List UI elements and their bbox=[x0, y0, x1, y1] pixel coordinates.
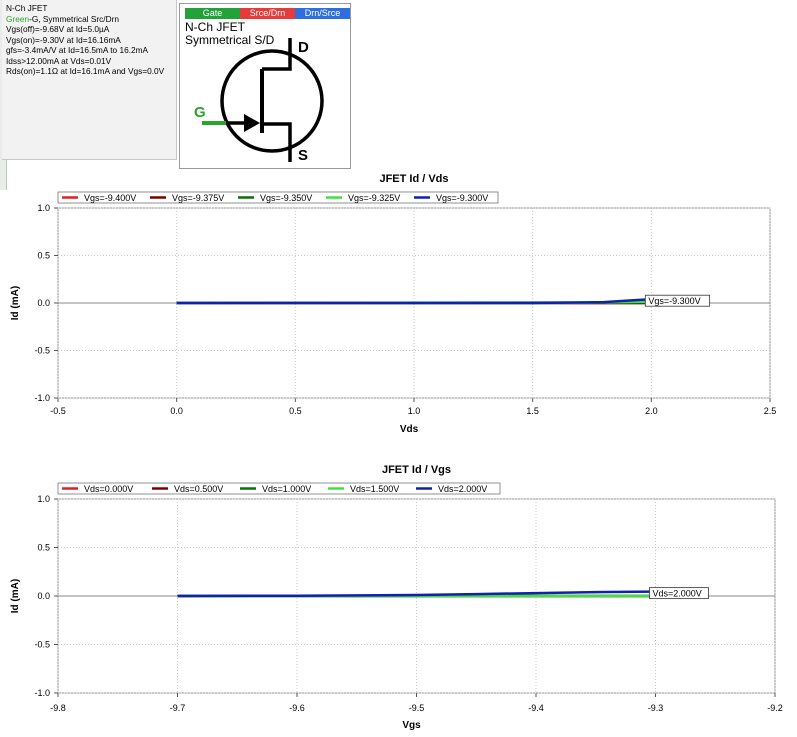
x-tick-label: -9.4 bbox=[528, 703, 544, 713]
legend-entry: Vgs=-9.325V bbox=[348, 193, 400, 203]
y-axis-label: Id (mA) bbox=[10, 286, 21, 320]
info-device: N-Ch JFET bbox=[6, 3, 48, 13]
x-tick-label: 0.0 bbox=[170, 406, 183, 416]
legend-entry: Vds=1.000V bbox=[262, 484, 311, 494]
x-tick-label: -9.3 bbox=[648, 703, 664, 713]
chart-svg: JFET Id / Vds -0.5 0.0 0.5 1.0 1.5 2.0 2.5 1.0 0.… bbox=[10, 173, 777, 435]
annotation-label: Vds=2.000V bbox=[653, 589, 702, 599]
legend-entry: Vgs=-9.350V bbox=[260, 193, 312, 203]
y-tick-label: 0.5 bbox=[37, 543, 50, 553]
y-tick-label: 1.0 bbox=[37, 203, 50, 213]
chart-id-vs-vgs: JFET Id / Vgs -9.8 -9.7 -9.6 -9.5 -9.4 -9.3 -9.… bbox=[0, 460, 797, 737]
info-vgs-on: Vgs(on)=-9.30V at Id=16.16mA bbox=[6, 34, 121, 45]
info-pins-rest: -G, Symmetrical Src/Drn bbox=[29, 13, 119, 24]
chart-legend: Vgs=-9.400V Vgs=-9.375V Vgs=-9.350V Vgs=-9.… bbox=[57, 191, 499, 204]
x-tick-label: 0.5 bbox=[289, 406, 302, 416]
x-tick-label: 1.5 bbox=[526, 406, 539, 416]
y-axis-label: Id (mA) bbox=[10, 579, 21, 613]
pin-d-label: D bbox=[298, 39, 309, 56]
legend-entry: Vgs=-9.375V bbox=[172, 193, 224, 203]
y-tick-label: 0.5 bbox=[37, 251, 50, 261]
x-tick-label: 2.0 bbox=[645, 406, 658, 416]
jfet-symbol-icon: D S G bbox=[194, 38, 324, 164]
info-idss: Idss>12.00mA at Vds=0.01V bbox=[6, 55, 112, 66]
legend-entry: Vds=0.000V bbox=[84, 484, 133, 494]
x-tick-label: -0.5 bbox=[50, 406, 66, 416]
x-tick-label: -9.8 bbox=[50, 703, 66, 713]
x-tick-label: -9.7 bbox=[170, 703, 186, 713]
annotation-label: Vgs=-9.300V bbox=[648, 296, 700, 306]
info-gfs: gfs=-3.4mA/V at Id=16.5mA to 16.2mA bbox=[6, 45, 149, 55]
info-vgs-off: Vgs(off)=-9.68V at Id=5.0µA bbox=[6, 24, 110, 34]
pin-g-label: G bbox=[194, 104, 206, 121]
y-tick-label: -1.0 bbox=[34, 393, 50, 403]
x-tick-label: -9.6 bbox=[289, 703, 305, 713]
y-tick-label: -1.0 bbox=[34, 688, 50, 698]
jfet-symbol-box: Gate Srce/Drn Drn/Srce N-Ch JFET Symmetr… bbox=[179, 3, 351, 169]
y-tick-label: -0.5 bbox=[34, 640, 50, 650]
x-axis-label: Vgs bbox=[402, 720, 421, 731]
y-tick-label: 1.0 bbox=[37, 494, 50, 504]
legend-entry: Vds=2.000V bbox=[438, 484, 487, 494]
chart-title: JFET Id / Vgs bbox=[382, 464, 451, 476]
legend-entry: Vgs=-9.300V bbox=[436, 193, 488, 203]
chart-id-vs-vds: JFET Id / Vds -0.5 0.0 0.5 1.0 1.5 2.0 2.5 1.0 0.… bbox=[0, 169, 797, 439]
chart-svg: JFET Id / Vgs -9.8 -9.7 -9.6 -9.5 -9.4 -9.3 -9.… bbox=[10, 464, 783, 731]
info-pins-color: Green bbox=[6, 13, 30, 24]
legend-entry: Vgs=-9.400V bbox=[84, 193, 136, 203]
chart-title: JFET Id / Vds bbox=[379, 173, 448, 185]
pin-s-label: S bbox=[298, 147, 308, 164]
x-tick-label: -9.2 bbox=[767, 703, 783, 713]
chart-legend: Vds=0.000V Vds=0.500V Vds=1.000V Vds=1.500V… bbox=[57, 482, 501, 495]
y-tick-label: 0.0 bbox=[37, 591, 50, 601]
x-tick-label: -9.5 bbox=[409, 703, 425, 713]
y-tick-label: 0.0 bbox=[37, 298, 50, 308]
legend-entry: Vds=1.500V bbox=[350, 484, 399, 494]
x-axis-label: Vds bbox=[400, 424, 419, 435]
device-info-panel: N-Ch JFET Green-G, Symmetrical Src/Drn V… bbox=[2, 0, 177, 160]
info-rds-on: Rds(on)=1.1Ω at Id=16.1mA and Vgs=0.0V bbox=[6, 66, 165, 76]
info-pins: Green-G, Symmetrical Src/Drn bbox=[6, 14, 176, 25]
x-tick-label: 2.5 bbox=[764, 406, 777, 416]
legend-entry: Vds=0.500V bbox=[174, 484, 223, 494]
x-tick-label: 1.0 bbox=[408, 406, 421, 416]
y-tick-label: -0.5 bbox=[34, 346, 50, 356]
